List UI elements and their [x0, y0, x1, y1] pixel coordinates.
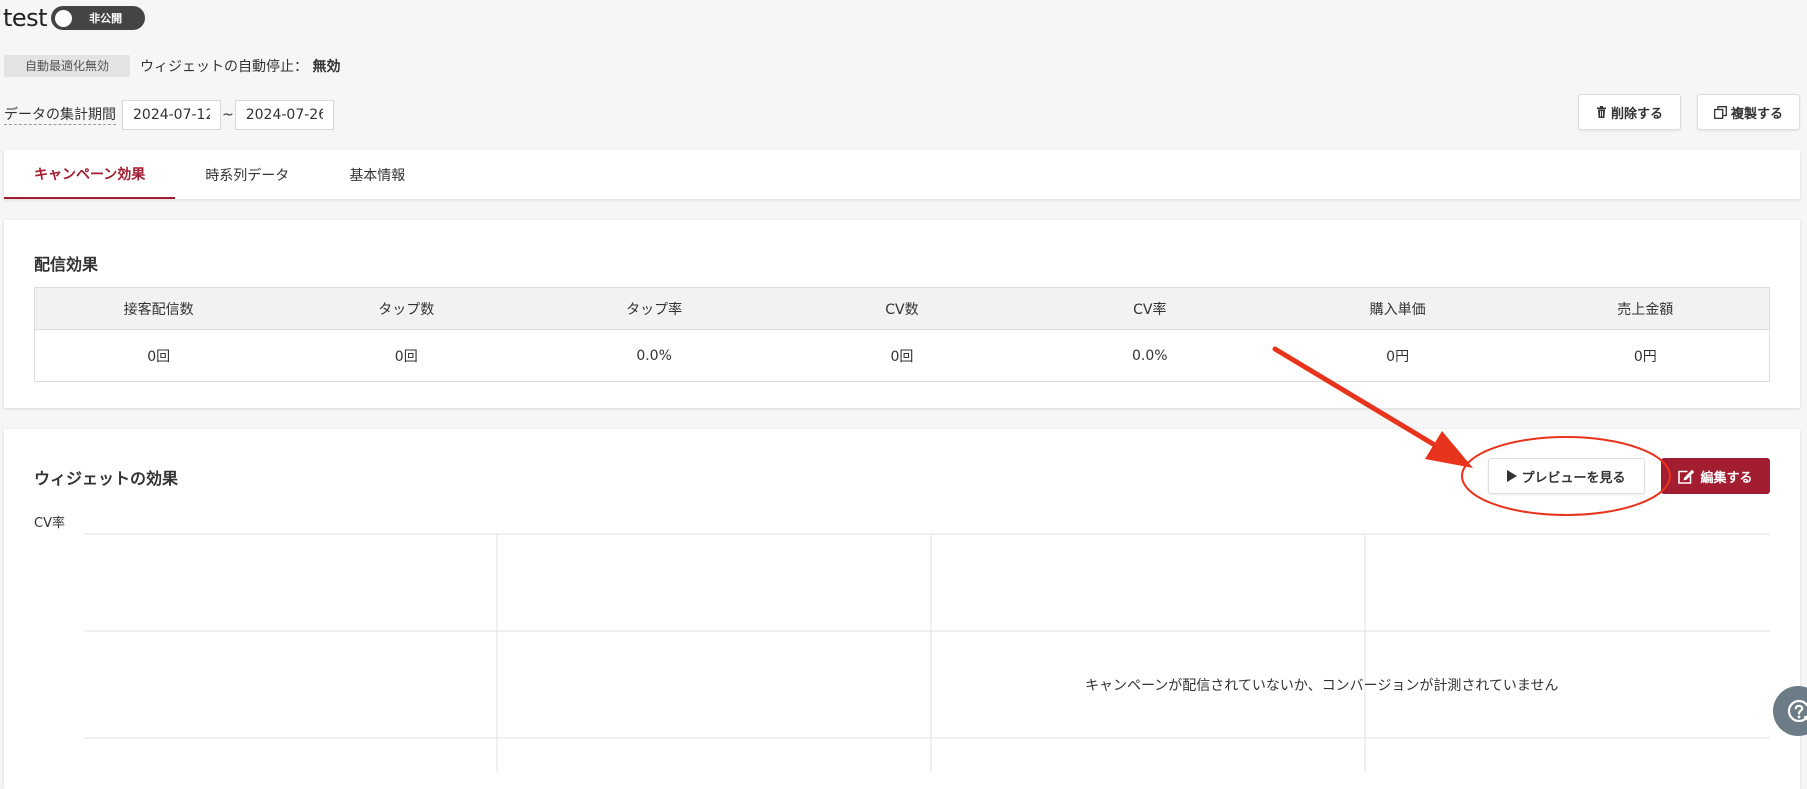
- metrics-value-row: 0回 0回 0.0% 0回 0.0% 0円 0円: [35, 330, 1770, 382]
- metric-value: 0.0%: [1132, 347, 1168, 364]
- copy-label: 複製する: [1730, 106, 1783, 122]
- autostop-value: 無効: [312, 59, 341, 75]
- status-row: 自動最適化無効 ウィジェットの自動停止： 無効: [4, 55, 340, 77]
- auto-optimization-badge: 自動最適化無効: [4, 55, 131, 77]
- delete-label: 削除する: [1610, 106, 1663, 122]
- copy-icon: [1714, 105, 1727, 119]
- metrics-table: 接客配信数 タップ数 タップ率 CV数 CV率 購入単価 売上金額 0回 0回 …: [34, 287, 1770, 382]
- metric-value: 0回: [394, 348, 418, 365]
- tab-campaign-effect[interactable]: キャンペーン効果: [4, 150, 176, 199]
- end-date-input[interactable]: [234, 100, 334, 130]
- widget-chart-grid: [85, 533, 1770, 772]
- period-selector: データの集計期間 ~: [4, 100, 334, 130]
- copy-button[interactable]: 複製する: [1697, 94, 1800, 130]
- metric-header: 売上金額: [1521, 287, 1770, 330]
- help-icon: [1787, 699, 1807, 723]
- visibility-toggle[interactable]: 非公開: [51, 6, 146, 30]
- campaign-title: test: [3, 4, 48, 32]
- edit-label: 編集する: [1700, 470, 1753, 486]
- metric-header: タップ率: [530, 287, 779, 330]
- metric-header: CV数: [778, 287, 1026, 330]
- tab-basic-info[interactable]: 基本情報: [319, 150, 435, 199]
- delete-button[interactable]: 削除する: [1578, 94, 1681, 130]
- edit-icon: [1678, 469, 1695, 484]
- metric-header: 購入単価: [1273, 287, 1522, 330]
- delivery-title: 配信効果: [34, 255, 99, 274]
- chart-empty-message: キャンペーンが配信されていないか、コンバージョンが計測されていません: [1085, 678, 1559, 694]
- delivery-effect-card: 配信効果 接客配信数 タップ数 タップ率 CV数 CV率 購入単価 売上金額 0…: [4, 220, 1800, 408]
- widget-effect-title: ウィジェットの効果: [34, 469, 179, 488]
- metric-value: 0.0%: [636, 347, 672, 364]
- play-icon: [1507, 470, 1518, 482]
- period-label: データの集計期間: [4, 106, 116, 125]
- tab-timeseries[interactable]: 時系列データ: [175, 150, 319, 199]
- metric-value: 0円: [1633, 348, 1657, 365]
- metric-header: CV率: [1025, 287, 1274, 330]
- page-header: test 非公開: [3, 4, 146, 32]
- toggle-knob: [55, 9, 73, 27]
- metrics-header-row: 接客配信数 タップ数 タップ率 CV数 CV率 購入単価 売上金額: [34, 287, 1770, 330]
- widget-autostop-status: ウィジェットの自動停止： 無効: [140, 56, 340, 76]
- toggle-label: 非公開: [89, 12, 123, 25]
- metric-header: タップ数: [282, 287, 531, 330]
- metric-header: 接客配信数: [34, 287, 283, 330]
- edit-button[interactable]: 編集する: [1661, 458, 1770, 494]
- start-date-input[interactable]: [122, 100, 221, 130]
- period-separator: ~: [222, 107, 234, 123]
- preview-label: プレビューを見る: [1521, 470, 1626, 486]
- tab-bar: キャンペーン効果 時系列データ 基本情報: [4, 150, 1800, 199]
- metric-value: 0回: [890, 348, 914, 365]
- chart-y-axis-label: CV率: [34, 516, 65, 531]
- metric-value: 0円: [1386, 348, 1410, 365]
- autostop-label: ウィジェットの自動停止：: [140, 59, 309, 75]
- metric-value: 0回: [147, 348, 171, 365]
- trash-icon: [1596, 106, 1607, 118]
- preview-button[interactable]: プレビューを見る: [1488, 458, 1645, 494]
